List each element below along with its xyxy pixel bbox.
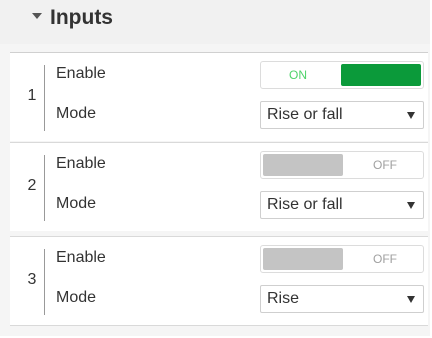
- toggle-knob: [341, 64, 421, 86]
- toggle-state-text: OFF: [373, 252, 397, 266]
- mode-label: Mode: [56, 289, 97, 306]
- group-divider: [44, 249, 45, 315]
- chevron-down-icon: [407, 112, 415, 119]
- panel-header[interactable]: Inputs: [0, 0, 430, 44]
- caret-down-icon[interactable]: [32, 13, 42, 19]
- chevron-down-icon: [407, 202, 415, 209]
- toggle-state-text: ON: [289, 68, 307, 82]
- inputs-panel: Inputs 1 Enable ON Mode Rise or fall 2 E…: [0, 0, 430, 336]
- toggle-state-text: OFF: [373, 158, 397, 172]
- enable-label: Enable: [56, 155, 106, 172]
- enable-toggle[interactable]: ON: [260, 61, 424, 89]
- enable-toggle[interactable]: OFF: [260, 245, 424, 273]
- enable-label: Enable: [56, 65, 106, 82]
- mode-select-value: Rise or fall: [267, 196, 343, 213]
- input-index: 2: [27, 177, 37, 194]
- mode-select[interactable]: Rise: [260, 285, 424, 313]
- input-group-1: 1 Enable ON Mode Rise or fall: [10, 52, 428, 141]
- mode-select-value: Rise or fall: [267, 106, 343, 123]
- mode-label: Mode: [56, 105, 97, 122]
- mode-select-value: Rise: [267, 290, 300, 307]
- input-index: 1: [27, 87, 37, 104]
- input-group-2: 2 Enable OFF Mode Rise or fall: [10, 142, 428, 231]
- toggle-knob: [263, 248, 343, 270]
- toggle-knob: [263, 154, 343, 176]
- input-group-3: 3 Enable OFF Mode Rise: [10, 236, 428, 326]
- enable-toggle[interactable]: OFF: [260, 151, 424, 179]
- panel-title: Inputs: [50, 6, 113, 29]
- mode-label: Mode: [56, 195, 97, 212]
- input-index: 3: [27, 271, 37, 288]
- mode-select[interactable]: Rise or fall: [260, 101, 424, 129]
- mode-select[interactable]: Rise or fall: [260, 191, 424, 219]
- enable-label: Enable: [56, 249, 106, 266]
- chevron-down-icon: [407, 296, 415, 303]
- group-divider: [44, 155, 45, 221]
- group-divider: [44, 65, 45, 131]
